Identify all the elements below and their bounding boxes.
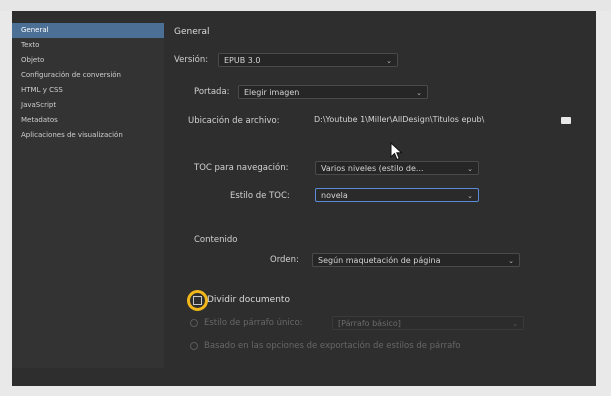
order-value: Según maquetación de página — [318, 256, 441, 265]
chevron-down-icon: ⌄ — [416, 89, 422, 97]
chevron-down-icon: ⌄ — [386, 57, 392, 65]
paragraph-style-radio[interactable] — [190, 342, 198, 350]
sidebar-item-conversion-settings[interactable]: Configuración de conversión — [12, 68, 164, 83]
toc-style-dropdown[interactable]: novela ⌄ — [315, 188, 479, 202]
sidebar-item-html-css[interactable]: HTML y CSS — [12, 83, 164, 98]
toc-navigation-dropdown[interactable]: Varios niveles (estilo de... ⌄ — [315, 161, 479, 175]
toc-style-value: novela — [321, 191, 348, 200]
single-style-dropdown[interactable]: [Párrafo básico] ⌄ — [332, 316, 524, 330]
order-dropdown[interactable]: Según maquetación de página ⌄ — [312, 253, 520, 267]
toc-navigation-value: Varios niveles (estilo de... — [321, 164, 424, 173]
epub-export-dialog: General Texto Objeto Configuración de co… — [12, 11, 596, 386]
chevron-down-icon: ⌄ — [508, 257, 514, 265]
content-label: Contenido — [194, 235, 238, 245]
sidebar-item-general[interactable]: General — [12, 23, 164, 38]
mouse-cursor-icon — [390, 142, 403, 161]
version-label: Versión: — [174, 55, 209, 65]
sidebar-item-metadata[interactable]: Metadatos — [12, 113, 164, 128]
top-strip — [0, 0, 611, 11]
location-label: Ubicación de archivo: — [188, 116, 280, 126]
paragraph-style-label: Basado en las opciones de exportación de… — [204, 341, 461, 351]
location-path[interactable]: D:\Youtube 1\Miller\AllDesign\Titulos ep… — [314, 113, 554, 127]
sidebar-item-viewing-apps[interactable]: Aplicaciones de visualización — [12, 128, 164, 143]
cover-dropdown[interactable]: Elegir imagen ⌄ — [238, 85, 428, 99]
toc-navigation-label: TOC para navegación: — [194, 163, 289, 173]
sidebar-item-objeto[interactable]: Objeto — [12, 53, 164, 68]
cover-label: Portada: — [194, 87, 230, 97]
sidebar-item-javascript[interactable]: JavaScript — [12, 98, 164, 113]
toc-style-label: Estilo de TOC: — [230, 191, 290, 201]
chevron-down-icon: ⌄ — [467, 192, 473, 200]
version-dropdown[interactable]: EPUB 3.0 ⌄ — [218, 53, 398, 67]
single-style-value: [Párrafo básico] — [338, 319, 401, 328]
split-document-label[interactable]: Dividir documento — [207, 295, 290, 305]
single-style-radio[interactable] — [190, 319, 198, 327]
folder-icon[interactable] — [561, 117, 571, 124]
version-value: EPUB 3.0 — [224, 56, 261, 65]
sidebar-item-texto[interactable]: Texto — [12, 38, 164, 53]
single-style-label: Estilo de párrafo único: — [204, 318, 303, 328]
sidebar: General Texto Objeto Configuración de co… — [12, 23, 164, 368]
chevron-down-icon: ⌄ — [512, 320, 518, 328]
chevron-down-icon: ⌄ — [467, 165, 473, 173]
section-title: General — [174, 27, 210, 37]
split-document-checkbox[interactable] — [193, 296, 202, 305]
cover-value: Elegir imagen — [244, 88, 300, 97]
order-label: Orden: — [270, 255, 299, 265]
